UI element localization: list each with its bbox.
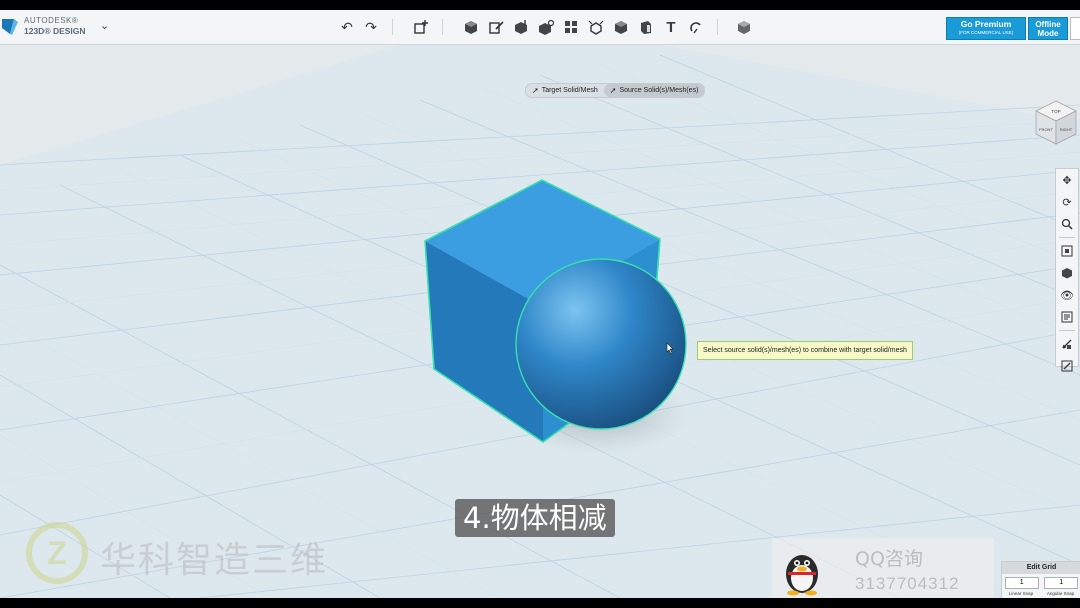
toolbar-separator — [717, 19, 718, 35]
zoom-icon[interactable] — [1056, 213, 1078, 235]
snap-icon[interactable] — [687, 18, 705, 36]
linear-snap-label: Linear Snap — [1008, 591, 1034, 596]
undo-icon[interactable]: ↶ — [338, 18, 356, 36]
source-solid-label: Source Solid(s)/Mesh(es) — [619, 87, 699, 94]
main-toolbar: AUTODESK® 123D® DESIGN ⌄ ↶ ↷ T Go Premiu… — [0, 10, 1080, 45]
grouping-icon[interactable] — [587, 18, 605, 36]
combine-target-source-toggle: ➚ Target Solid/Mesh ➚ Source Solid(s)/Me… — [525, 83, 706, 98]
primitives-icon[interactable] — [462, 18, 480, 36]
modify-icon[interactable] — [537, 18, 555, 36]
source-solid-option[interactable]: ➚ Source Solid(s)/Mesh(es) — [603, 84, 705, 97]
view-mode-icon[interactable] — [1056, 262, 1078, 284]
watermark-text: 华科智造三维 — [100, 540, 329, 581]
app-window: AUTODESK® 123D® DESIGN ⌄ ↶ ↷ T Go Premiu… — [0, 10, 1080, 598]
video-subtitle: 4.物体相减 — [455, 499, 615, 537]
offline-label-2: Mode — [1037, 29, 1059, 38]
snap-tool-icon[interactable] — [1056, 333, 1078, 355]
nav-separator — [1059, 237, 1075, 238]
offline-label-1: Offline — [1035, 20, 1061, 29]
app-brand: AUTODESK® 123D® DESIGN — [24, 16, 86, 36]
edit-tool-icon[interactable] — [1056, 355, 1078, 377]
sketch-icon[interactable] — [487, 18, 505, 36]
brand-company: AUTODESK® — [24, 16, 79, 25]
premium-label: Go Premium — [960, 19, 1012, 29]
cursor-arrow-icon: ➚ — [609, 86, 617, 95]
svg-text:Z: Z — [47, 535, 67, 571]
brand-product: 123D® DESIGN — [24, 26, 86, 36]
view-cube-front-label: FRONT — [1039, 127, 1053, 132]
premium-sub-label: (FOR COMMERCIAL USE) — [958, 30, 1014, 35]
linear-snap-field[interactable]: 1 — [1004, 577, 1039, 589]
view-cube-right-label: RIGHT — [1060, 127, 1073, 132]
measure-icon[interactable] — [637, 18, 655, 36]
target-solid-option[interactable]: ➚ Target Solid/Mesh — [526, 84, 604, 97]
source-sphere[interactable] — [515, 258, 687, 430]
qq-penguin-icon — [786, 555, 818, 596]
view-cube[interactable]: TOP FRONT RIGHT — [1034, 99, 1078, 147]
redo-icon[interactable]: ↷ — [362, 18, 380, 36]
visibility-icon[interactable]: 👁 — [1056, 284, 1078, 306]
qq-contact-overlay: QQ咨询 3137704312 — [772, 538, 994, 598]
toolbar-separator — [392, 19, 393, 35]
go-premium-button[interactable]: Go Premium (FOR COMMERCIAL USE) — [946, 17, 1026, 40]
angular-snap-label: Angular Snap — [1046, 591, 1075, 596]
cursor-arrow-icon: ➚ — [532, 86, 539, 95]
edit-grid-button[interactable]: Edit Grid — [1002, 562, 1080, 574]
add-icon[interactable] — [412, 18, 430, 36]
target-solid-label: Target Solid/Mesh — [541, 87, 598, 94]
orbit-icon[interactable]: ⟳ — [1056, 191, 1078, 213]
view-cube-top-label: TOP — [1051, 109, 1060, 114]
watermark-logo-icon: Z — [26, 522, 88, 584]
pattern-icon[interactable] — [562, 18, 580, 36]
qq-number: 3137704312 — [855, 574, 960, 593]
fit-icon[interactable] — [1056, 240, 1078, 262]
qq-title: QQ咨询 — [855, 548, 923, 570]
combine-tooltip: Select source solid(s)/mesh(es) to combi… — [697, 341, 913, 360]
pan-icon[interactable]: ✥ — [1056, 169, 1078, 191]
account-button[interactable] — [1070, 17, 1080, 40]
app-menu-chevron-icon[interactable]: ⌄ — [100, 19, 109, 32]
construct-icon[interactable] — [512, 18, 530, 36]
nav-separator — [1059, 330, 1075, 331]
combine-icon[interactable] — [612, 18, 630, 36]
navigation-bar: ✥ ⟳ 👁 — [1055, 168, 1079, 372]
material-icon[interactable] — [735, 18, 753, 36]
material-view-icon[interactable] — [1056, 306, 1078, 328]
app-logo-icon[interactable] — [2, 16, 18, 36]
angular-snap-field[interactable]: 1 — [1044, 577, 1079, 589]
offline-mode-button[interactable]: Offline Mode — [1028, 17, 1068, 40]
text-icon[interactable]: T — [662, 18, 680, 36]
edit-grid-panel: Edit Grid 1 1 Linear Snap Angular Snap — [1001, 561, 1080, 598]
toolbar-separator — [442, 19, 443, 35]
